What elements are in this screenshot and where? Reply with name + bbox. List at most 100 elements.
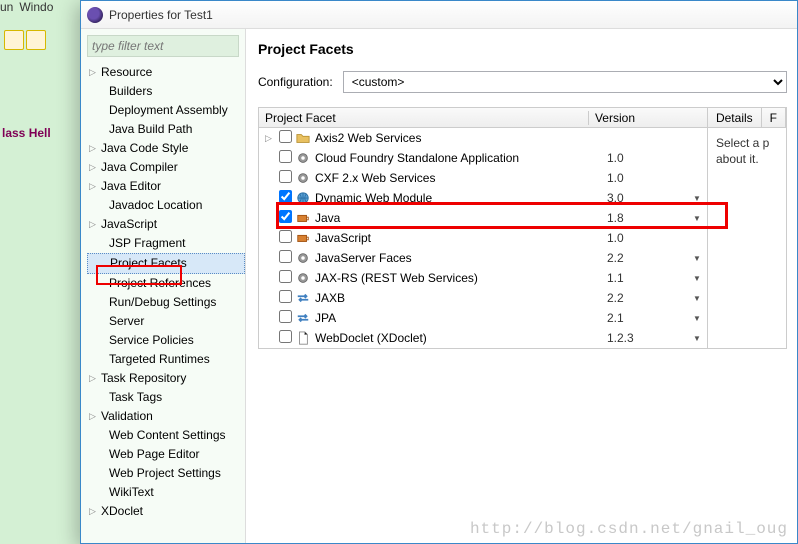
titlebar[interactable]: Properties for Test1 [81,1,797,29]
sidebar-item-project-facets[interactable]: Project Facets [87,253,245,274]
sidebar-item-label: Resource [101,64,152,81]
filter-box [87,35,239,57]
sidebar-item-label: WikiText [109,484,154,501]
folder-icon [295,130,311,146]
facet-row[interactable]: Dynamic Web Module3.0▼ [259,188,707,208]
expand-icon[interactable]: ▷ [89,503,101,520]
filter-input[interactable] [87,35,239,57]
facet-row[interactable]: Cloud Foundry Standalone Application1.0 [259,148,707,168]
facet-row[interactable]: JAXB2.2▼ [259,288,707,308]
gear-icon [295,150,311,166]
sidebar-item-jsp-fragment[interactable]: JSP Fragment [87,234,245,253]
expand-icon[interactable]: ▷ [89,64,101,81]
version-dropdown-icon[interactable]: ▼ [687,254,707,263]
sidebar-item-java-build-path[interactable]: Java Build Path [87,120,245,139]
facet-checkbox[interactable] [279,170,292,183]
facet-checkbox[interactable] [279,250,292,263]
sidebar-item-xdoclet[interactable]: ▷XDoclet [87,502,245,521]
sidebar-item-label: Server [109,313,144,330]
sidebar-item-javascript[interactable]: ▷JavaScript [87,215,245,234]
facet-version: 1.0 [607,171,687,185]
sidebar-item-javadoc-location[interactable]: Javadoc Location [87,196,245,215]
tab-details[interactable]: Details [708,108,762,127]
version-dropdown-icon[interactable]: ▼ [687,194,707,203]
sidebar-item-service-policies[interactable]: Service Policies [87,331,245,350]
sidebar-item-label: Web Page Editor [109,446,200,463]
expand-icon[interactable]: ▷ [89,159,101,176]
page-title: Project Facets [258,41,787,57]
facet-checkbox[interactable] [279,330,292,343]
sidebar-item-targeted-runtimes[interactable]: Targeted Runtimes [87,350,245,369]
tab-other[interactable]: F [762,108,786,127]
sidebar-item-server[interactable]: Server [87,312,245,331]
facet-name: JAX-RS (REST Web Services) [315,271,607,285]
facet-row[interactable]: JAX-RS (REST Web Services)1.1▼ [259,268,707,288]
sidebar-item-builders[interactable]: Builders [87,82,245,101]
sidebar-item-label: JavaScript [101,216,157,233]
sidebar-item-web-project-settings[interactable]: Web Project Settings [87,464,245,483]
sidebar-item-task-tags[interactable]: Task Tags [87,388,245,407]
facet-row[interactable]: JPA2.1▼ [259,308,707,328]
version-dropdown-icon[interactable]: ▼ [687,294,707,303]
version-dropdown-icon[interactable]: ▼ [687,314,707,323]
facet-row[interactable]: JavaScript1.0 [259,228,707,248]
facet-version: 2.1 [607,311,687,325]
arrows-icon [295,310,311,326]
facet-name: CXF 2.x Web Services [315,171,607,185]
background-toolbar [4,30,48,53]
version-dropdown-icon[interactable]: ▼ [687,214,707,223]
sidebar-item-validation[interactable]: ▷Validation [87,407,245,426]
sidebar-item-web-page-editor[interactable]: Web Page Editor [87,445,245,464]
facet-checkbox[interactable] [279,310,292,323]
sidebar-item-label: Service Policies [109,332,194,349]
sidebar-item-wikitext[interactable]: WikiText [87,483,245,502]
facet-name: JAXB [315,291,607,305]
sidebar-item-java-code-style[interactable]: ▷Java Code Style [87,139,245,158]
sidebar-item-label: Java Build Path [109,121,192,138]
facet-row[interactable]: Java1.8▼ [259,208,707,228]
expand-icon[interactable]: ▷ [89,140,101,157]
facet-checkbox[interactable] [279,130,292,143]
details-body: Select a p about it. [708,128,786,175]
java-icon [295,230,311,246]
main-panel: Project Facets Configuration: <custom> P… [246,29,797,543]
sidebar-item-java-editor[interactable]: ▷Java Editor [87,177,245,196]
sidebar-item-deployment-assembly[interactable]: Deployment Assembly [87,101,245,120]
facet-row[interactable]: ▷Axis2 Web Services [259,128,707,148]
sidebar-item-label: Java Editor [101,178,161,195]
sidebar-item-resource[interactable]: ▷Resource [87,63,245,82]
sidebar-item-run-debug-settings[interactable]: Run/Debug Settings [87,293,245,312]
facet-checkbox[interactable] [279,270,292,283]
facet-table: Project Facet Version ▷Axis2 Web Service… [258,107,708,349]
col-version[interactable]: Version [589,111,707,125]
facet-name: JavaScript [315,231,607,245]
col-facet[interactable]: Project Facet [259,111,589,125]
facet-row[interactable]: CXF 2.x Web Services1.0 [259,168,707,188]
version-dropdown-icon[interactable]: ▼ [687,334,707,343]
sidebar-item-task-repository[interactable]: ▷Task Repository [87,369,245,388]
facet-row[interactable]: WebDoclet (XDoclet)1.2.3▼ [259,328,707,348]
facet-version: 2.2 [607,251,687,265]
expand-icon[interactable]: ▷ [89,408,101,425]
facet-version: 1.0 [607,231,687,245]
expand-icon[interactable]: ▷ [89,216,101,233]
sidebar-item-label: Javadoc Location [109,197,202,214]
facet-checkbox[interactable] [279,150,292,163]
expand-icon[interactable]: ▷ [89,178,101,195]
expand-icon[interactable]: ▷ [265,133,279,144]
facet-checkbox[interactable] [279,210,292,223]
settings-tree: ▷ResourceBuildersDeployment AssemblyJava… [81,63,245,521]
facet-checkbox[interactable] [279,190,292,203]
sidebar-item-label: Task Repository [101,370,186,387]
sidebar-item-web-content-settings[interactable]: Web Content Settings [87,426,245,445]
version-dropdown-icon[interactable]: ▼ [687,274,707,283]
sidebar-item-project-references[interactable]: Project References [87,274,245,293]
configuration-select[interactable]: <custom> [343,71,787,93]
sidebar-item-label: Project Facets [110,255,187,272]
sidebar-item-java-compiler[interactable]: ▷Java Compiler [87,158,245,177]
facet-checkbox[interactable] [279,290,292,303]
facet-row[interactable]: JavaServer Faces2.2▼ [259,248,707,268]
expand-icon[interactable]: ▷ [89,370,101,387]
facet-checkbox[interactable] [279,230,292,243]
facet-name: WebDoclet (XDoclet) [315,331,607,345]
